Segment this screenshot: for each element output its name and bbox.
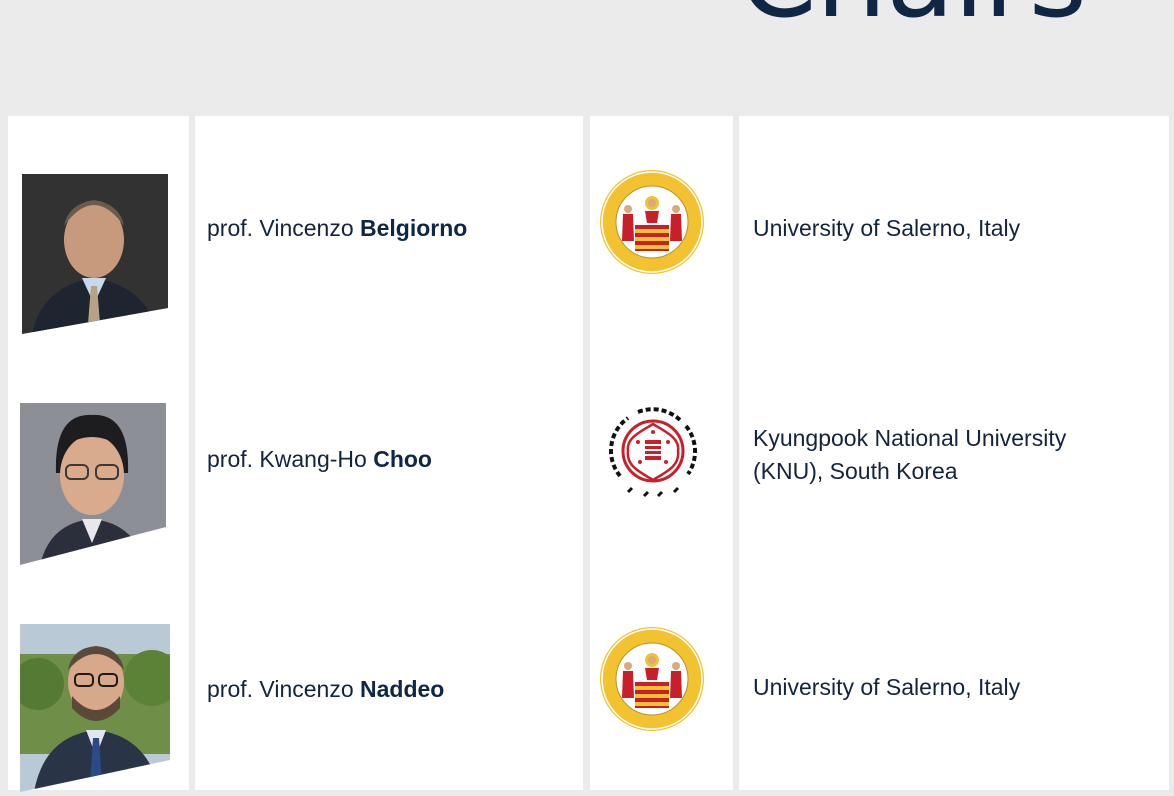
institution-salerno: University of Salerno, Italy [753, 212, 1020, 245]
institution-line: University of Salerno, Italy [753, 215, 1021, 241]
institution-column: University of Salerno, Italy Kyungpook N… [739, 116, 1169, 790]
name-prefix: prof. Vincenzo [207, 215, 361, 241]
name-surname: Naddeo [360, 676, 445, 702]
institution-knu: Kyungpook National University (KNU), Sou… [753, 422, 1066, 488]
institution-line: Kyungpook National University [753, 425, 1067, 451]
institution-line: (KNU), South Korea [753, 458, 958, 484]
chair-name-choo: prof. Kwang-Ho Choo [207, 446, 432, 473]
portrait-photo-choo [20, 403, 166, 565]
photo-column [8, 116, 189, 792]
portrait-photo-belgiorno [22, 174, 168, 334]
logo-column [590, 116, 733, 790]
name-surname: Choo [373, 446, 432, 472]
name-prefix: prof. Vincenzo [207, 676, 361, 702]
chair-name-naddeo: prof. Vincenzo Naddeo [207, 676, 444, 703]
portrait-photo-naddeo [20, 624, 170, 792]
name-column: prof. Vincenzo Belgiorno prof. Kwang-Ho … [195, 116, 583, 790]
chairs-table: prof. Vincenzo Belgiorno prof. Kwang-Ho … [0, 0, 1174, 796]
name-surname: Belgiorno [360, 215, 468, 241]
university-of-salerno-seal-icon [599, 626, 705, 737]
institution-line: University of Salerno, Italy [753, 674, 1021, 700]
chair-name-belgiorno: prof. Vincenzo Belgiorno [207, 215, 467, 242]
kyungpook-national-university-seal-icon [598, 396, 708, 511]
university-of-salerno-seal-icon [599, 169, 705, 280]
institution-salerno: University of Salerno, Italy [753, 671, 1020, 704]
name-prefix: prof. Kwang-Ho [207, 446, 374, 472]
